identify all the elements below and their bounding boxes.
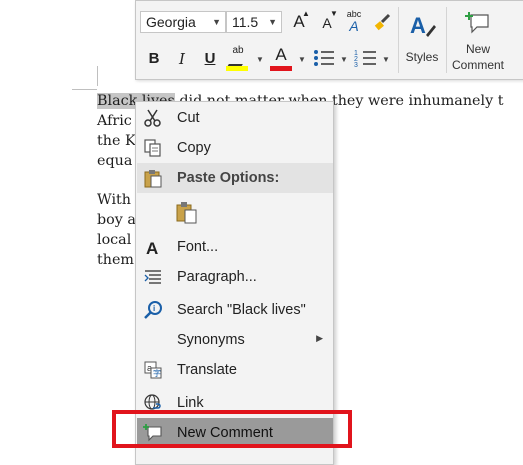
underline-button[interactable]: U [200,49,220,69]
paste-options-header: Paste Options: [137,163,333,193]
font-name-value: Georgia [146,14,196,30]
margin-corner-mark [72,89,97,90]
chevron-down-icon[interactable]: ▼ [382,55,390,64]
italic-button[interactable]: I [172,49,192,69]
shrink-font-button[interactable]: A ▼ [316,9,338,33]
new-comment-toolbar-button[interactable]: New Comment [448,7,508,73]
menu-item-search[interactable]: i Search "Black lives" [137,295,333,325]
document-line[interactable]: equa [97,151,132,171]
menu-item-copy[interactable]: Copy [137,133,333,163]
styles-label: Styles [405,50,439,64]
numbering-button[interactable]: 1 2 3 [354,47,378,69]
new-comment-icon [465,12,489,34]
copy-icon [144,139,161,157]
mini-toolbar: Georgia ▼ 11.5 ▼ A ▲ A ▼ abc A B I U ab ▼ … [135,0,523,80]
menu-item-paragraph[interactable]: Paragraph... [137,262,333,292]
bullet-list-icon [314,50,334,66]
menu-item-cut[interactable]: Cut [137,103,333,133]
margin-corner-mark [97,66,98,86]
font-name-combobox[interactable]: Georgia ▼ [140,11,226,33]
chevron-down-icon[interactable]: ▼ [340,55,348,64]
svg-text:A: A [410,13,426,38]
paste-keep-formatting-button[interactable] [137,194,333,230]
highlight-button[interactable]: ab [226,45,250,71]
bullets-button[interactable] [312,47,336,69]
translate-icon: a 字 [144,361,162,379]
chevron-down-icon[interactable]: ▼ [212,12,221,32]
clipboard-icon [144,170,162,188]
svg-text:字: 字 [153,368,161,378]
chevron-down-icon[interactable]: ▼ [268,12,277,32]
toolbar-separator [398,7,399,73]
chevron-down-icon[interactable]: ▼ [256,55,264,64]
submenu-arrow-icon: ▶ [316,333,323,343]
font-color-icon: A [275,45,287,64]
menu-item-font[interactable]: A Font... [137,232,333,262]
format-painter-icon [374,13,391,31]
svg-text:3: 3 [354,62,358,69]
font-icon: A [146,239,158,257]
styles-button[interactable]: A Styles [402,7,442,73]
font-size-combobox[interactable]: 11.5 ▼ [226,11,282,33]
paragraph-icon [144,270,161,284]
numbered-list-icon: 1 2 3 [354,50,376,69]
menu-item-synonyms[interactable]: Synonyms ▶ [137,325,333,355]
toolbar-separator [446,7,447,73]
scissors-icon [144,109,161,127]
annotation-highlight-box [112,410,352,448]
svg-text:i: i [153,304,155,313]
bold-button[interactable]: B [144,49,164,69]
styles-icon: A [410,13,436,38]
paste-keep-formatting-icon [176,202,197,224]
change-case-button[interactable]: abc A [342,9,366,35]
format-painter-button[interactable] [372,11,394,33]
svg-text:A: A [146,239,158,257]
menu-item-translate[interactable]: a 字 Translate [137,355,333,385]
font-color-button[interactable]: A [270,45,292,71]
chevron-down-icon[interactable]: ▼ [298,55,306,64]
search-icon: i [144,301,162,319]
font-size-value: 11.5 [232,14,259,30]
grow-font-button[interactable]: A ▲ [288,9,310,33]
highlight-icon: ab [232,45,244,56]
